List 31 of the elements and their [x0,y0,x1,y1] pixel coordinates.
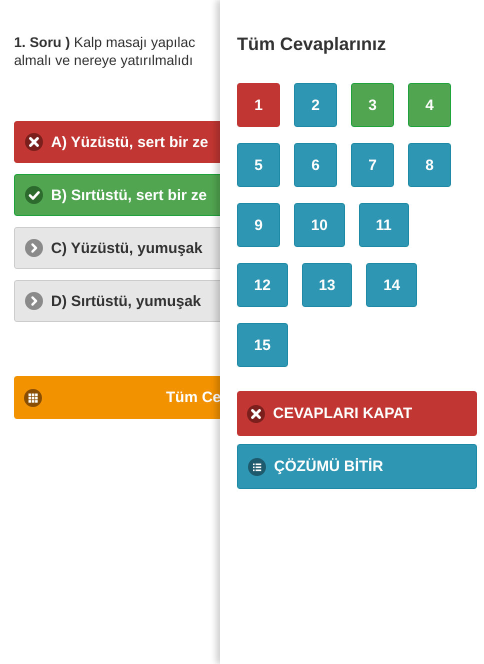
question-number-button[interactable]: 8 [408,143,451,187]
chevron-icon [25,239,43,257]
question-number-button[interactable]: 14 [366,263,418,307]
question-number-button[interactable]: 6 [294,143,337,187]
answer-option[interactable]: A) Yüzüstü, sert bir ze [14,121,220,163]
question-text: 1. Soru ) Kalp masajı yapılac [14,33,196,51]
cross-icon [25,133,43,151]
question-number-button[interactable]: 11 [358,203,409,247]
question-number-button[interactable]: 2 [294,83,337,127]
question-number-button[interactable]: 5 [237,143,280,187]
chevron-icon [25,292,43,310]
close-answers-button[interactable]: CEVAPLARI KAPAT [237,391,477,436]
panel-title: Tüm Cevaplarınız [237,34,388,56]
list-icon [248,458,266,476]
question-number-button[interactable]: 4 [408,83,451,127]
check-icon [25,186,43,204]
question-number-button[interactable]: 9 [237,203,280,247]
question-number-button[interactable]: 15 [237,323,288,367]
question-text: almalı ve nereye yatırılmalıdı [14,51,194,69]
question-number-button[interactable]: 1 [237,83,280,127]
answer-option[interactable]: C) Yüzüstü, yumuşak [14,227,220,269]
question-number-button[interactable]: 10 [294,203,345,247]
question-number-button[interactable]: 3 [351,83,394,127]
answer-option[interactable]: D) Sırtüstü, yumuşak [14,280,220,322]
finish-button[interactable]: ÇÖZÜMÜ BİTİR [237,444,477,489]
answer-option[interactable]: B) Sırtüstü, sert bir ze [14,174,220,216]
grid-icon [24,388,42,406]
question-number-button[interactable]: 12 [237,263,288,307]
question-number-button[interactable]: 7 [351,143,394,187]
question-number-button[interactable]: 13 [302,263,352,307]
cross-icon [247,404,265,422]
